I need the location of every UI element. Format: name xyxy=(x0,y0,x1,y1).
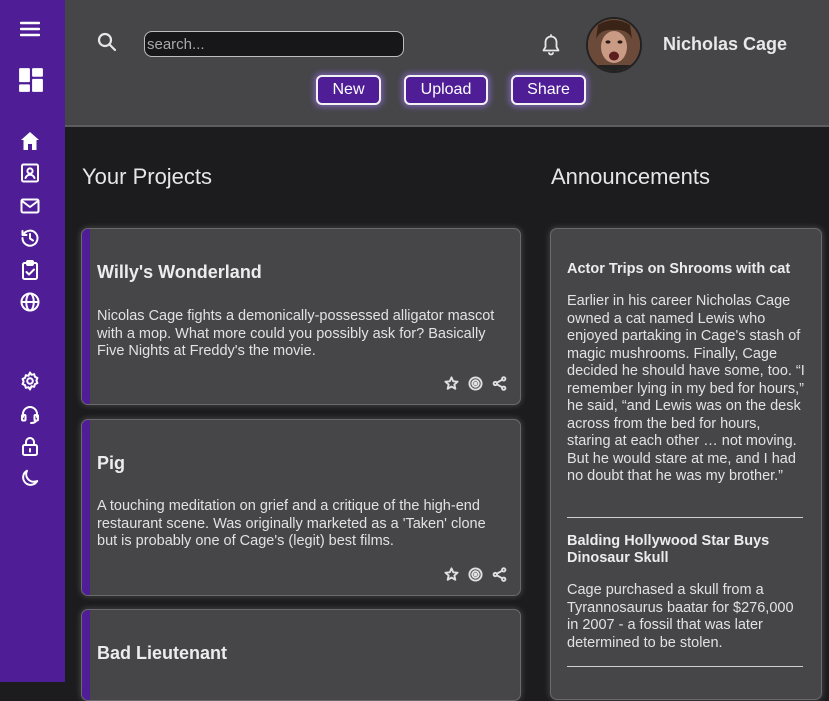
menu-icon[interactable] xyxy=(19,18,41,40)
mail-icon[interactable] xyxy=(19,195,41,217)
project-title: Willy's Wonderland xyxy=(97,262,262,282)
announcement-body: Cage purchased a skull from a Tyrannosau… xyxy=(567,582,794,651)
announcement-title: Balding Hollywood Star Buys Dinosaur Sku… xyxy=(567,533,770,566)
star-icon[interactable] xyxy=(444,567,459,582)
project-title: Bad Lieutenant xyxy=(97,643,228,663)
card-accent xyxy=(82,229,90,404)
headset-icon[interactable] xyxy=(19,403,41,425)
announcements-panel: Actor Trips on Shrooms with cat Earlier … xyxy=(550,228,822,700)
settings-icon[interactable] xyxy=(19,370,41,392)
card-actions xyxy=(444,376,507,391)
announcements-title: Announcements xyxy=(551,164,710,189)
card-accent xyxy=(82,610,90,700)
star-icon[interactable] xyxy=(444,376,459,391)
share-button[interactable]: Share xyxy=(511,75,586,105)
share-icon[interactable] xyxy=(492,376,507,391)
announcement-body: Earlier in his career Nicholas Cage owne… xyxy=(567,293,805,484)
clipboard-check-icon[interactable] xyxy=(19,259,41,281)
contact-card-icon[interactable] xyxy=(19,162,41,184)
bell-icon[interactable] xyxy=(541,34,561,56)
upload-button[interactable]: Upload xyxy=(404,75,488,105)
search-input[interactable] xyxy=(144,31,404,57)
username: Nicholas Cage xyxy=(663,34,788,54)
card-accent xyxy=(82,420,90,595)
share-icon[interactable] xyxy=(492,567,507,582)
project-card[interactable]: Willy's Wonderland Nicolas Cage fights a… xyxy=(81,228,521,405)
card-actions xyxy=(444,567,507,582)
history-icon[interactable] xyxy=(19,227,41,249)
project-description: A touching meditation on grief and a cri… xyxy=(97,498,486,549)
project-description: Nicolas Cage fights a demonically-posses… xyxy=(97,308,495,359)
globe-icon[interactable] xyxy=(19,291,41,313)
home-icon[interactable] xyxy=(19,130,41,152)
header: Nicholas Cage New Upload Share xyxy=(65,0,829,127)
target-icon[interactable] xyxy=(468,567,483,582)
divider xyxy=(567,666,803,667)
announcement-title: Actor Trips on Shrooms with cat xyxy=(567,261,791,277)
sidebar xyxy=(0,0,65,682)
new-button[interactable]: New xyxy=(316,75,381,105)
divider xyxy=(567,517,803,518)
target-icon[interactable] xyxy=(468,376,483,391)
dashboard-icon[interactable] xyxy=(18,67,44,93)
moon-icon[interactable] xyxy=(19,467,41,489)
search-icon[interactable] xyxy=(97,32,119,54)
project-card[interactable]: Pig A touching meditation on grief and a… xyxy=(81,419,521,596)
projects-title: Your Projects xyxy=(82,164,213,189)
lock-icon[interactable] xyxy=(19,435,41,457)
project-title: Pig xyxy=(97,453,126,473)
avatar[interactable] xyxy=(586,17,642,73)
project-card[interactable]: Bad Lieutenant xyxy=(81,609,521,701)
